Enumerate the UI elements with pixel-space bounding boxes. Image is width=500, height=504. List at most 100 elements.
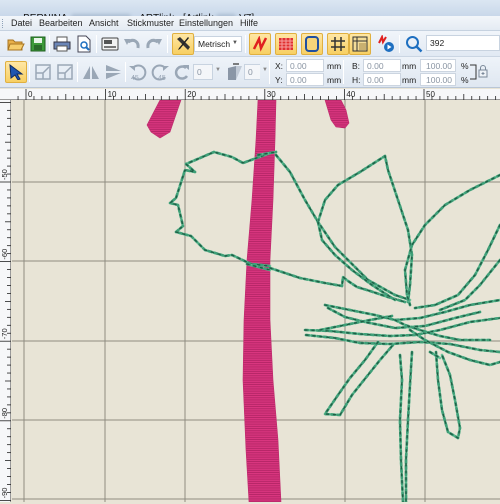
mirror-horizontal-icon [83,66,99,79]
menu-einstellungen[interactable]: Einstellungen [179,18,233,28]
lock-proportions-icon [478,65,488,78]
menu-datei[interactable]: Datei [11,18,32,28]
stitch-player-button[interactable] [375,33,397,55]
show-grid-fill-button[interactable] [349,33,371,55]
redo-icon [146,38,162,49]
mirror-vertical-button[interactable] [102,61,124,83]
resize-2-button[interactable] [54,61,76,83]
svg-text:45: 45 [158,75,166,82]
outline-stitch-shadow [404,174,500,306]
scale-height-field[interactable]: 100.00 [420,73,456,86]
mirror-horizontal-button[interactable] [80,61,102,83]
outline-stitch-dashes [413,223,500,310]
outline-stitch-shadow [435,351,461,439]
show-hoop-button[interactable] [301,33,323,55]
undo-button[interactable] [121,33,143,55]
menu-bearbeiten[interactable]: Bearbeiten [39,18,83,28]
toolbar-separator [269,60,270,84]
menu-grip[interactable] [2,19,4,28]
scale-width-value: 100.00 [426,61,452,71]
scale-height-unit: % [461,75,469,85]
embroidery-machine-icon [101,37,119,51]
ruler-label: -50 [0,169,9,180]
grid-icon [331,37,345,51]
vertical-ruler[interactable]: -50 -60 -70 -80 -90 [0,100,11,502]
units-select-value: Metrisch [198,39,231,49]
x-position-value: 0.00 [290,61,307,71]
show-grid-button[interactable] [327,33,349,55]
embroidery-design [12,100,500,502]
height-label: H: [352,75,361,85]
slant-button[interactable] [223,61,245,83]
rotate-angle-input[interactable]: 0 [193,64,213,80]
height-field[interactable]: 0.00 [363,73,401,86]
rotate-angle-value: 0 [197,67,202,77]
outline-stitch-dashes [323,340,395,417]
svg-text:45: 45 [131,75,139,82]
show-fill-button[interactable] [275,33,297,55]
rotate-angle-dropdown[interactable]: ▼ [215,67,221,73]
toolbar-separator [399,35,400,53]
design-canvas[interactable] [12,100,500,502]
rotate-free-button[interactable] [172,61,194,83]
width-field[interactable]: 0.00 [363,59,401,72]
print-button[interactable] [51,33,73,55]
main-toolbar: Metrisch ▼ 392 [0,31,500,57]
rotate-left-45-button[interactable]: 45 [127,61,149,83]
ruler-label: 50 [426,90,435,99]
rotate-left-45-icon: 45 [129,64,147,82]
units-select[interactable]: Metrisch ▼ [194,36,242,52]
save-button[interactable] [27,33,49,55]
fill-pattern-icon [279,38,293,50]
toolbar-separator [29,62,30,82]
rotate-free-icon [174,65,189,80]
undo-icon [124,38,140,49]
menu-stickmuster[interactable]: Stickmuster [127,18,174,28]
width-label: B: [352,61,361,71]
slant-angle-dropdown[interactable]: ▼ [262,67,268,73]
x-label: X: [275,61,284,71]
print-preview-button[interactable] [73,33,95,55]
send-to-machine-button[interactable] [99,33,121,55]
left-stem-fragment[interactable] [146,100,182,139]
horizontal-ruler[interactable]: 0 10 20 30 40 50 [0,89,500,100]
magnifier-icon [406,36,423,53]
outline-stitch-dashes [403,173,500,307]
resize-1-button[interactable] [32,61,54,83]
resize-corner-alt-icon [57,64,73,80]
ruler-label: -90 [0,488,9,499]
y-label: Y: [275,75,283,85]
printer-icon [53,36,71,52]
ruler-label: -60 [0,249,9,260]
menu-hilfe[interactable]: Hilfe [240,18,258,28]
slant-angle-value: 0 [248,67,253,77]
ruler-label: 0 [28,90,33,99]
x-position-field[interactable]: 0.00 [286,59,324,72]
tools-button[interactable] [172,33,194,55]
select-button[interactable] [5,61,27,83]
y-position-field[interactable]: 0.00 [286,73,324,86]
zoom-input[interactable]: 392 [426,35,500,51]
open-button[interactable] [5,33,27,55]
menu-ansicht[interactable]: Ansicht [89,18,119,28]
outline-stitch-path [408,328,500,367]
chevron-down-icon: ▼ [232,40,238,46]
lock-proportions-toggle[interactable] [469,61,493,83]
show-stitches-button[interactable] [249,33,271,55]
toolbar-separator [49,35,50,53]
toolbar-separator [343,60,344,84]
outline-stitches[interactable] [168,150,500,502]
scale-width-field[interactable]: 100.00 [420,59,456,72]
height-value: 0.00 [367,75,384,85]
stitch-player-icon [378,35,394,52]
menu-bar: Datei Bearbeiten Ansicht Stickmuster Ein… [0,16,500,31]
rotate-right-45-button[interactable]: 45 [149,61,171,83]
ruler-label: 10 [108,90,117,99]
slant-angle-input[interactable]: 0 [244,64,260,80]
redo-button[interactable] [143,33,165,55]
ruler-label: -70 [0,328,9,339]
vertical-ruler-ticks: -50 -60 -70 -80 -90 [0,102,11,501]
zoom-button[interactable] [403,33,425,55]
tools-icon [177,37,190,50]
toolbar-separator [245,35,246,53]
